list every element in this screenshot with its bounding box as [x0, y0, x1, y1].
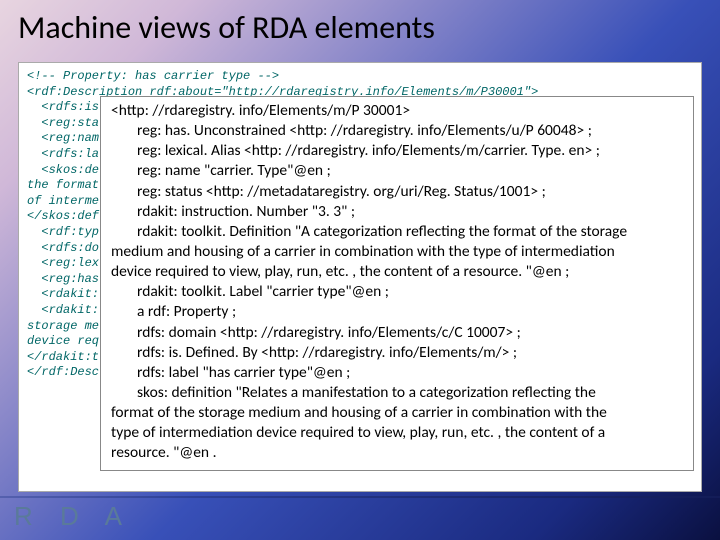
ov-l14: rdfs: label "has carrier type"@en ; [111, 363, 683, 383]
footer-divider [0, 496, 720, 498]
ov-l17: type of intermediation device required t… [111, 423, 683, 443]
ov-l9: device required to view, play, run, etc.… [111, 262, 683, 282]
slide-title: Machine views of RDA elements [18, 8, 435, 47]
ov-l7: rdakit: toolkit. Definition "A categoriz… [111, 222, 683, 242]
ov-l5: reg: status <http: //metadataregistry. o… [111, 182, 683, 202]
ov-l12: rdfs: domain <http: //rdaregistry. info/… [111, 323, 683, 343]
ov-l4: reg: name "carrier. Type"@en ; [111, 161, 683, 181]
ov-l18: resource. "@en . [111, 443, 683, 463]
ov-l3: reg: lexical. Alias <http: //rdaregistry… [111, 141, 683, 161]
ov-l16: format of the storage medium and housing… [111, 403, 683, 423]
turtle-overlay-box: <http: //rdaregistry. info/Elements/m/P … [100, 96, 694, 471]
ov-l2: reg: has. Unconstrained <http: //rdaregi… [111, 121, 683, 141]
ov-l6: rdakit: instruction. Number "3. 3" ; [111, 202, 683, 222]
ov-l10: rdakit: toolkit. Label "carrier type"@en… [111, 282, 683, 302]
ov-l13: rdfs: is. Defined. By <http: //rdaregist… [111, 343, 683, 363]
ov-l15: skos: definition "Relates a manifestatio… [111, 383, 683, 403]
rda-logo: R D A [14, 501, 132, 532]
ov-l8: medium and housing of a carrier in combi… [111, 242, 683, 262]
ov-l1: <http: //rdaregistry. info/Elements/m/P … [111, 101, 683, 121]
ov-l11: a rdf: Property ; [111, 302, 683, 322]
